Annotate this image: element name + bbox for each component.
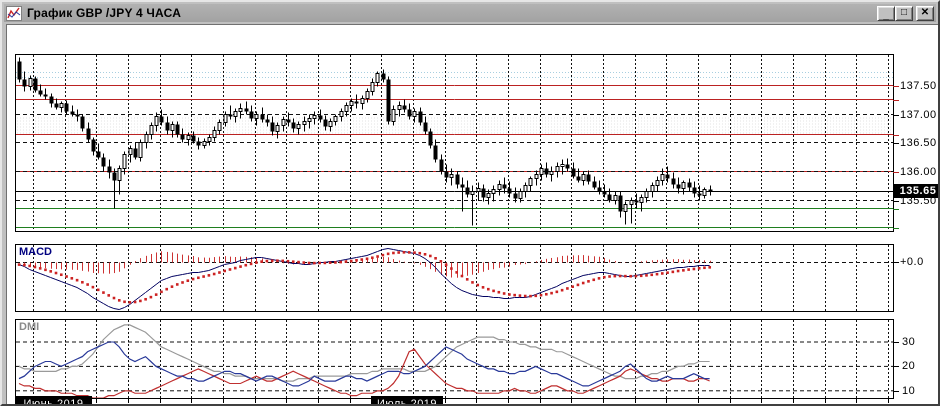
axis-tick (893, 200, 899, 202)
axis-tick (893, 208, 899, 210)
date-tick (888, 399, 889, 403)
window-title: График GBP /JPY 4 ЧАСА (27, 6, 182, 20)
date-tick (223, 399, 224, 403)
close-button[interactable]: ✕ (916, 5, 934, 21)
date-tick (255, 399, 256, 403)
date-tick (286, 399, 287, 403)
axis-tick (893, 366, 899, 368)
window-controls: _ □ ✕ (877, 5, 934, 21)
dmi-label: DMI (19, 321, 40, 333)
axis-tick (893, 142, 899, 144)
date-tick (160, 399, 161, 403)
date-tick (191, 399, 192, 403)
dmi-panel-canvas[interactable] (15, 319, 894, 399)
macd-panel-canvas[interactable] (15, 244, 894, 312)
date-tick (445, 399, 446, 403)
axis-tick (893, 171, 899, 173)
date-tick (603, 399, 604, 403)
macd-label: MACD (19, 246, 52, 258)
chart-icon (6, 5, 22, 21)
axis-tick (893, 262, 899, 263)
chart-client-area: MACD DMI +0.0 135.65 Июнь 2019 Июль 2019… (6, 24, 938, 404)
dmi-axis-label: 30 (902, 336, 916, 348)
month-badge-july: Июль 2019 (371, 396, 443, 404)
date-tick (508, 399, 509, 403)
date-tick (635, 399, 636, 403)
date-tick (856, 399, 857, 403)
date-tick (793, 399, 794, 403)
date-tick (761, 399, 762, 403)
date-tick (540, 399, 541, 403)
price-axis-label: 137.00 (900, 108, 937, 121)
axis-tick (893, 227, 899, 229)
date-tick (128, 399, 129, 403)
price-axis-label: 136.00 (900, 165, 937, 178)
axis-tick (893, 342, 899, 343)
axis-tick (893, 85, 899, 87)
date-tick (476, 399, 477, 403)
price-axis-label: 137.50 (900, 79, 937, 92)
date-tick (666, 399, 667, 403)
date-tick (730, 399, 731, 403)
date-tick (96, 399, 97, 403)
titlebar[interactable]: График GBP /JPY 4 ЧАСА _ □ ✕ (4, 4, 936, 22)
axis-tick (893, 99, 899, 101)
dmi-axis-label: 20 (902, 360, 916, 373)
macd-zero-axis-label: +0.0 (900, 256, 924, 268)
chart-window: График GBP /JPY 4 ЧАСА _ □ ✕ MACD DMI +0… (0, 0, 940, 406)
month-badge-june: Июнь 2019 (15, 396, 92, 404)
price-chart-canvas[interactable] (15, 54, 894, 232)
maximize-button[interactable]: □ (895, 5, 913, 21)
dmi-axis-label: 10 (902, 384, 916, 397)
axis-tick (893, 390, 899, 392)
price-axis-label: 136.50 (900, 136, 937, 149)
axis-tick (893, 114, 899, 116)
current-price-badge: 135.65 (894, 184, 938, 198)
date-tick (350, 399, 351, 403)
date-tick (698, 399, 699, 403)
minimize-button[interactable]: _ (877, 5, 895, 21)
date-tick (318, 399, 319, 403)
date-tick (825, 399, 826, 403)
date-tick (571, 399, 572, 403)
axis-tick (893, 134, 899, 136)
